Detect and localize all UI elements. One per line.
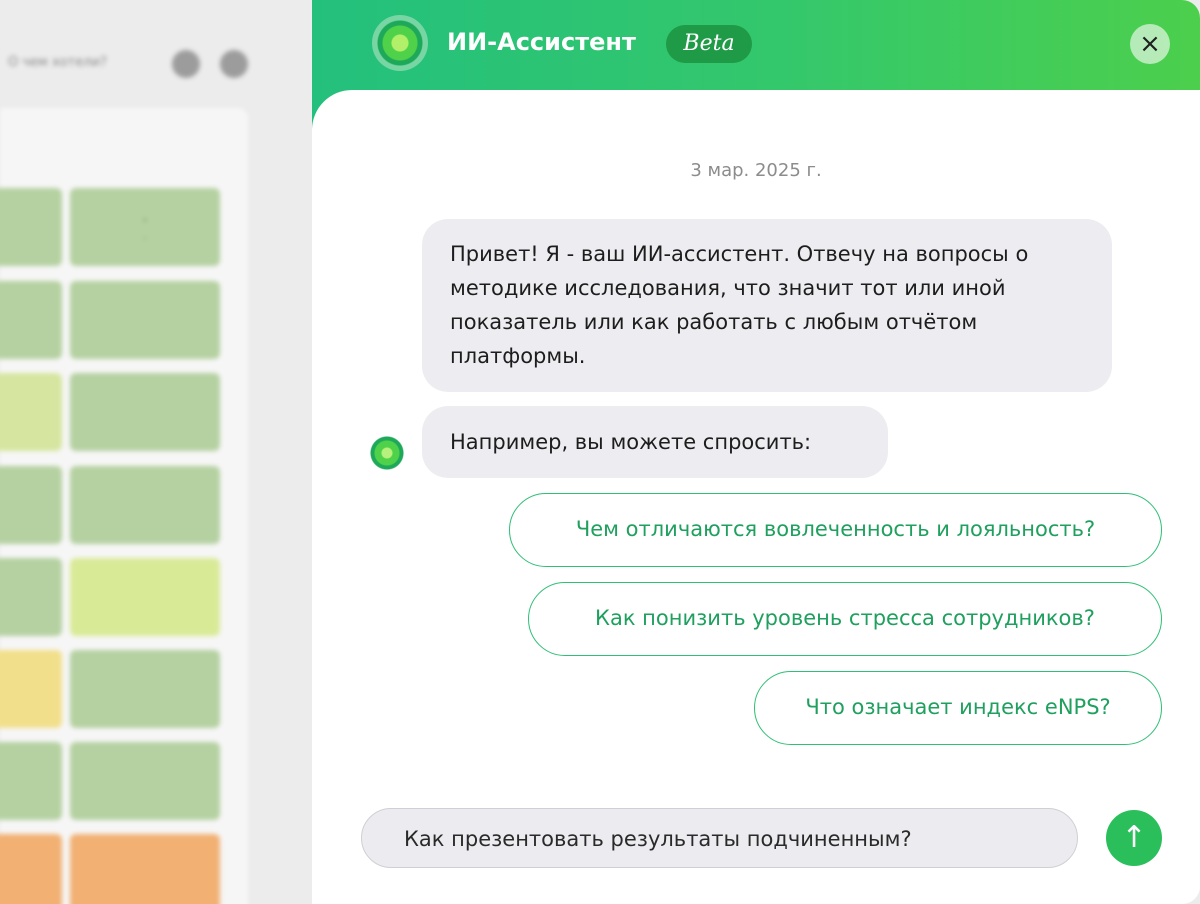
background-tile [0,650,62,728]
message-date: 3 мар. 2025 г. [690,160,822,181]
chat-title: ИИ-Ассистент [447,28,636,56]
assistant-logo-icon [372,15,428,71]
background-tile [0,373,62,451]
background-tile [70,373,220,451]
assistant-chat-panel: ИИ-Ассистент Beta × 3 мар. 2025 г. Приве… [312,0,1200,904]
background-search-text: О чем хотели? [8,55,107,70]
message-input[interactable] [402,819,1066,859]
send-button[interactable]: ↑ [1106,810,1162,866]
background-tile: .. [70,188,220,266]
background-tile [70,558,220,636]
background-tile [70,834,220,904]
suggestion-button[interactable]: Как понизить уровень стресса сотрудников… [528,582,1162,656]
assistant-message: Привет! Я - ваш ИИ-ассистент. Отвечу на … [422,219,1112,392]
settings-icon [172,50,200,78]
background-tile [0,466,62,544]
background-tile [70,742,220,820]
help-icon [220,50,248,78]
background-tile [70,466,220,544]
suggestion-button[interactable]: Чем отличаются вовлеченность и лояльност… [509,493,1162,567]
assistant-avatar-icon [366,432,408,474]
background-tile [0,834,62,904]
close-icon: × [1139,29,1161,59]
background-tile [70,650,220,728]
beta-badge: Beta [666,25,752,63]
close-button[interactable]: × [1130,24,1170,64]
arrow-up-icon: ↑ [1121,820,1147,855]
assistant-message: Например, вы можете спросить: [422,406,888,478]
background-dashboard: О чем хотели? .. .. [0,0,330,904]
suggestion-button[interactable]: Что означает индекс eNPS? [754,671,1162,745]
background-tile [0,742,62,820]
message-input-container [361,808,1078,868]
background-tile [70,281,220,359]
background-tile [0,281,62,359]
background-tile [0,558,62,636]
background-tile: .. [0,188,62,266]
